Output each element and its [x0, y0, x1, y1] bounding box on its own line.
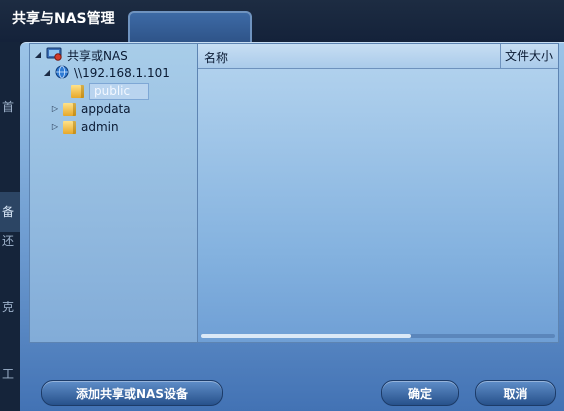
side-nav-item-3[interactable]: 还	[2, 232, 20, 250]
add-share-nas-button[interactable]: 添加共享或NAS设备	[41, 380, 223, 406]
tree-pane[interactable]: ◢ 共享或NAS ◢ \\192.168.1.101 public ▷ appd…	[29, 43, 198, 343]
side-nav-item-5[interactable]: 工	[2, 365, 20, 383]
collapse-arrow-icon[interactable]: ◢	[33, 50, 43, 60]
scrollbar-thumb[interactable]	[201, 334, 411, 338]
tree-folder-appdata-label: appdata	[81, 102, 131, 116]
window-title: 共享与NAS管理	[12, 11, 115, 27]
tree-folder-public-label: public	[89, 82, 150, 100]
expand-arrow-icon[interactable]: ▷	[50, 122, 60, 132]
tree-folder-admin-label: admin	[81, 120, 119, 134]
list-header: 名称 文件大小	[198, 44, 558, 69]
tree-node-host[interactable]: ◢ \\192.168.1.101	[42, 64, 170, 82]
expand-arrow-icon[interactable]: ▷	[50, 104, 60, 114]
network-share-icon	[46, 47, 62, 64]
folder-icon	[63, 120, 76, 134]
side-nav-item-2-active[interactable]: 备	[0, 192, 20, 232]
folder-icon	[63, 102, 76, 116]
column-header-name[interactable]: 名称	[204, 49, 228, 66]
ok-button[interactable]: 确定	[381, 380, 459, 406]
network-host-icon	[55, 65, 69, 82]
tree-node-appdata[interactable]: ▷ appdata	[50, 100, 131, 118]
nas-dialog: ◢ 共享或NAS ◢ \\192.168.1.101 public ▷ appd…	[20, 42, 564, 411]
side-nav-item-1[interactable]: 首	[2, 98, 20, 116]
tree-node-admin[interactable]: ▷ admin	[50, 118, 119, 136]
column-header-size[interactable]: 文件大小	[500, 44, 553, 68]
folder-icon	[71, 84, 84, 98]
tree-node-root[interactable]: ◢ 共享或NAS	[33, 46, 128, 64]
side-nav-item-4[interactable]: 克	[2, 298, 20, 316]
tree-host-label: \\192.168.1.101	[74, 66, 170, 80]
cancel-button[interactable]: 取消	[475, 380, 556, 406]
horizontal-scrollbar[interactable]	[201, 334, 555, 338]
title-bar: 共享与NAS管理	[0, 0, 564, 42]
collapse-arrow-icon[interactable]: ◢	[42, 68, 52, 78]
tree-node-public-selected[interactable]: public	[58, 82, 150, 100]
file-list-pane[interactable]: 名称 文件大小	[197, 43, 559, 343]
tree-root-label: 共享或NAS	[67, 48, 128, 63]
side-nav: 首 备 还 克 工	[0, 42, 20, 411]
